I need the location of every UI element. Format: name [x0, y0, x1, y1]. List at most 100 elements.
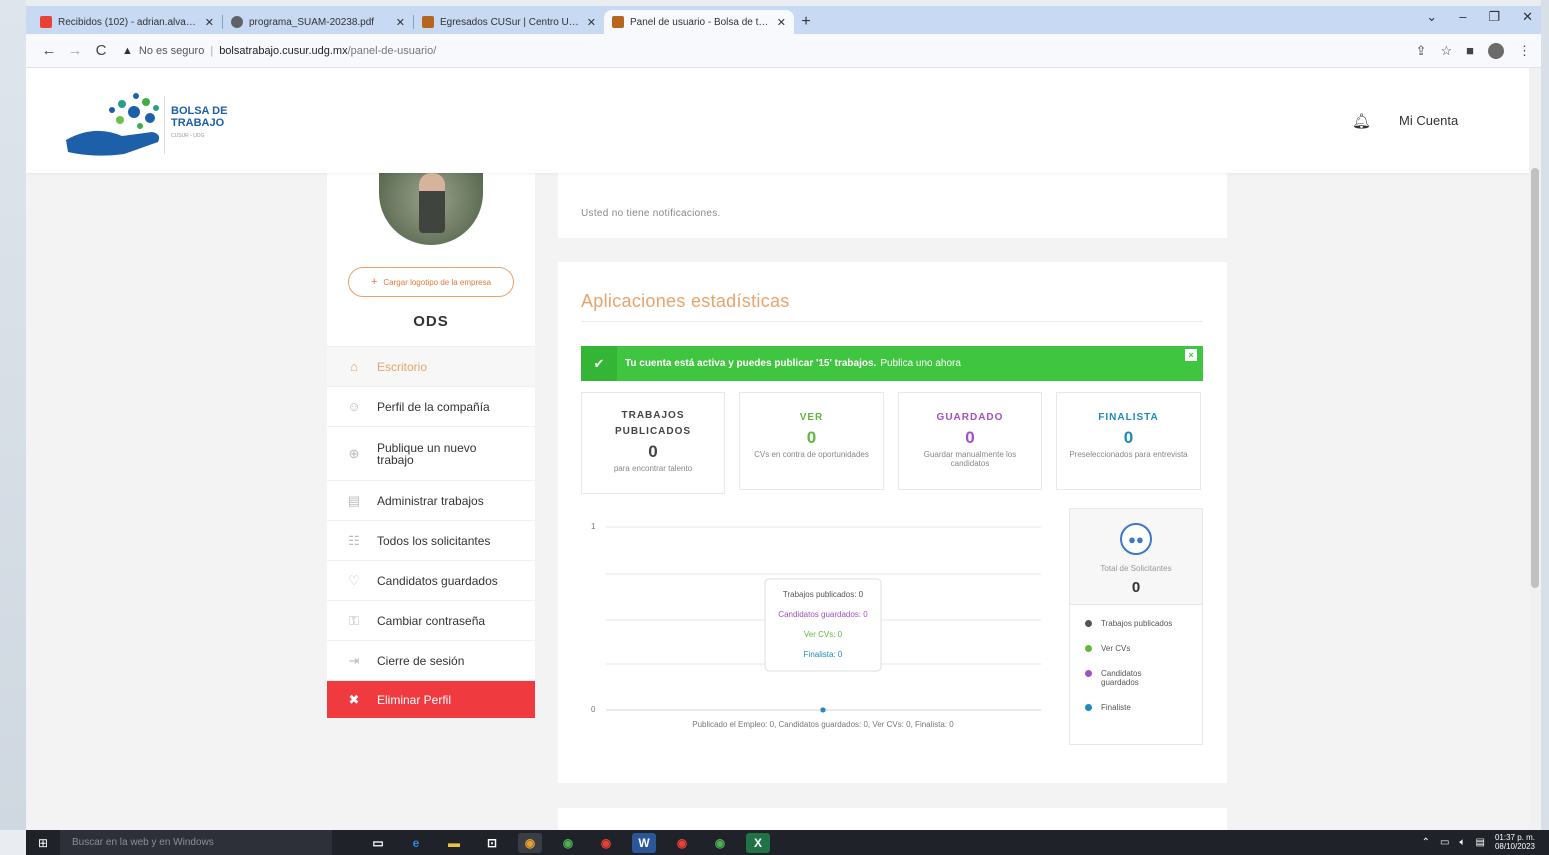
sidebar-item-label: Cierre de sesión — [377, 653, 465, 668]
y-tick-label: 1 — [591, 522, 596, 531]
word-icon[interactable]: W — [632, 832, 656, 853]
close-tab-icon[interactable]: ✕ — [587, 16, 596, 29]
forward-icon[interactable]: → — [62, 42, 88, 59]
upload-logo-button[interactable]: + Cargar logotipo de la empresa — [348, 267, 514, 297]
chrome-icon[interactable]: ◉ — [556, 833, 580, 853]
tab-strip: Recibidos (102) - adrian.alvarez ✕ progr… — [26, 6, 1541, 34]
tab-pdf[interactable]: programa_SUAM-20238.pdf ✕ — [223, 10, 413, 34]
close-tab-icon[interactable]: ✕ — [205, 16, 214, 29]
close-window-button[interactable]: ✕ — [1522, 9, 1533, 25]
users-icon: ☷ — [348, 532, 360, 548]
stat-subtext: para encontrar talento — [613, 464, 693, 473]
close-tab-icon[interactable]: ✕ — [777, 16, 786, 29]
volume-icon[interactable]: 🔈︎ — [1460, 837, 1466, 848]
avatar-person — [419, 173, 445, 233]
alert-link[interactable]: Publica uno ahora — [880, 358, 961, 369]
chart-points — [820, 707, 826, 713]
stat-value: 0 — [965, 428, 975, 447]
bookmark-star-icon[interactable]: ☆ — [1440, 43, 1452, 59]
legend-item[interactable]: Trabajos publicados — [1085, 619, 1202, 628]
chart-tooltip: Trabajos publicados: 0 Candidatos guarda… — [764, 578, 882, 672]
network-icon[interactable]: ▭ — [1440, 837, 1449, 848]
stat-card-guardado: GUARDADO 0 Guardar manualmente los candi… — [898, 392, 1042, 490]
legend-item[interactable]: Ver CVs — [1085, 644, 1202, 653]
new-tab-button[interactable]: + — [794, 10, 818, 34]
globe-icon — [231, 16, 243, 28]
windows-taskbar: ⊞ Buscar en la web y en Windows ▭ e ▬ ⊡ … — [26, 830, 1549, 855]
account-menu[interactable]: Mi Cuenta — [1399, 113, 1458, 128]
menu-kebab-icon[interactable]: ⋮ — [1518, 43, 1531, 59]
sidebar: + Cargar logotipo de la empresa ODS ⌂ Es… — [327, 167, 535, 733]
tab-egresados[interactable]: Egresados CUSur | Centro Unive ✕ — [414, 10, 604, 34]
trash-icon: ✖ — [348, 691, 360, 707]
user-icon: ☺ — [347, 399, 361, 414]
sidebar-item-contrasena[interactable]: ⚿ Cambiar contraseña — [327, 600, 535, 640]
stat-card-finalista: FINALISTA 0 Preseleccionados para entrev… — [1056, 392, 1201, 490]
warning-icon: ▲ — [122, 44, 133, 57]
data-point[interactable] — [820, 707, 826, 713]
university-icon — [612, 16, 624, 28]
tooltip-line: Finalista: 0 — [804, 650, 843, 659]
divider — [581, 321, 1203, 322]
sidepanel-icon[interactable]: ■ — [1466, 43, 1474, 58]
stats-panel: Aplicaciones estadísticas ✔ Tu cuenta es… — [558, 262, 1227, 783]
tab-search-icon[interactable]: ⌄ — [1426, 9, 1437, 25]
tab-panel-usuario[interactable]: Panel de usuario - Bolsa de trab ✕ — [604, 10, 794, 34]
tab-gmail[interactable]: Recibidos (102) - adrian.alvarez ✕ — [32, 10, 222, 34]
reload-icon[interactable]: C — [88, 42, 114, 59]
taskbar-search-input[interactable]: Buscar en la web y en Windows — [60, 830, 332, 855]
scrollbar-thumb[interactable] — [1531, 168, 1539, 588]
divider: | — [210, 44, 214, 57]
back-icon[interactable]: ← — [36, 42, 62, 59]
browser-window: Recibidos (102) - adrian.alvarez ✕ progr… — [26, 6, 1541, 830]
legend-label: Candidatos guardados — [1101, 669, 1142, 687]
system-tray: ⌃ ▭ 🔈︎ ▤ 01:37 p. m. 08/10/2023 — [1422, 833, 1535, 851]
chrome-icon[interactable]: ◉ — [518, 832, 542, 853]
chrome-icon[interactable]: ◉ — [670, 833, 694, 853]
url-path: /panel-de-usuario/ — [347, 44, 437, 57]
logo-line-1: BOLSA DE — [171, 105, 228, 117]
applications-chart[interactable]: 1 0 Publicado el Empleo: 0, Candidatos g… — [581, 512, 1051, 742]
logo-line-2: TRABAJO — [171, 117, 225, 129]
legend-label: Finaliste — [1101, 703, 1131, 712]
sidebar-item-perfil[interactable]: ☺ Perfil de la compañía — [327, 386, 535, 426]
stat-label-line: TRABAJOS — [621, 410, 685, 421]
close-icon[interactable]: × — [1185, 349, 1197, 361]
bell-icon[interactable]: 🔔︎ — [1352, 112, 1371, 130]
task-view-icon[interactable]: ▭ — [366, 833, 390, 853]
sidebar-item-escritorio[interactable]: ⌂ Escritorio — [327, 346, 535, 386]
close-tab-icon[interactable]: ✕ — [396, 16, 405, 29]
sidebar-item-publicar[interactable]: ⊕ Publique un nuevo trabajo — [327, 426, 535, 480]
restore-button[interactable]: ❐ — [1488, 9, 1500, 25]
chrome-icon[interactable]: ◉ — [594, 833, 618, 853]
clock[interactable]: 01:37 p. m. 08/10/2023 — [1495, 833, 1535, 851]
sidebar-item-administrar[interactable]: ▤ Administrar trabajos — [327, 480, 535, 520]
legend-item[interactable]: Candidatos guardados — [1085, 669, 1202, 687]
sidebar-item-eliminar[interactable]: ✖ Eliminar Perfil — [327, 680, 535, 718]
plus-circle-icon: ⊕ — [348, 445, 360, 461]
chevron-up-icon[interactable]: ⌃ — [1422, 837, 1430, 848]
notification-center-icon[interactable]: ▤ — [1476, 837, 1485, 848]
share-icon[interactable]: ⇪ — [1416, 43, 1427, 59]
sidebar-item-solicitantes[interactable]: ☷ Todos los solicitantes — [327, 520, 535, 560]
tab-title: Egresados CUSur | Centro Unive — [440, 16, 581, 28]
file-explorer-icon[interactable]: ▬ — [442, 833, 466, 853]
edge-icon[interactable]: e — [404, 833, 428, 853]
stat-card-ver: VER 0 CVs en contra de oportunidades — [739, 392, 884, 490]
excel-icon[interactable]: X — [746, 832, 770, 853]
minimize-button[interactable]: – — [1459, 9, 1466, 25]
chrome-icon[interactable]: ◉ — [708, 833, 732, 853]
legend-item[interactable]: Finaliste — [1085, 703, 1202, 712]
profile-avatar-icon[interactable] — [1488, 42, 1504, 59]
page-scrollbar[interactable] — [1529, 68, 1541, 830]
windows-start-icon[interactable]: ⊞ — [26, 830, 60, 855]
stat-label-line: PUBLICADOS — [614, 426, 692, 437]
sidebar-item-guardados[interactable]: ♡ Candidatos guardados — [327, 560, 535, 600]
taskbar-apps: ▭ e ▬ ⊡ ◉ ◉ ◉ W ◉ ◉ X — [366, 832, 770, 853]
logout-icon: ⇥ — [348, 652, 360, 668]
avatar — [379, 167, 483, 245]
store-icon[interactable]: ⊡ — [480, 833, 504, 853]
sidebar-item-cerrar-sesion[interactable]: ⇥ Cierre de sesión — [327, 640, 535, 680]
lock-icon: ⚿ — [349, 612, 359, 628]
address-bar[interactable]: ▲ No es seguro | bolsatrabajo.cusur.udg.… — [122, 39, 1416, 63]
